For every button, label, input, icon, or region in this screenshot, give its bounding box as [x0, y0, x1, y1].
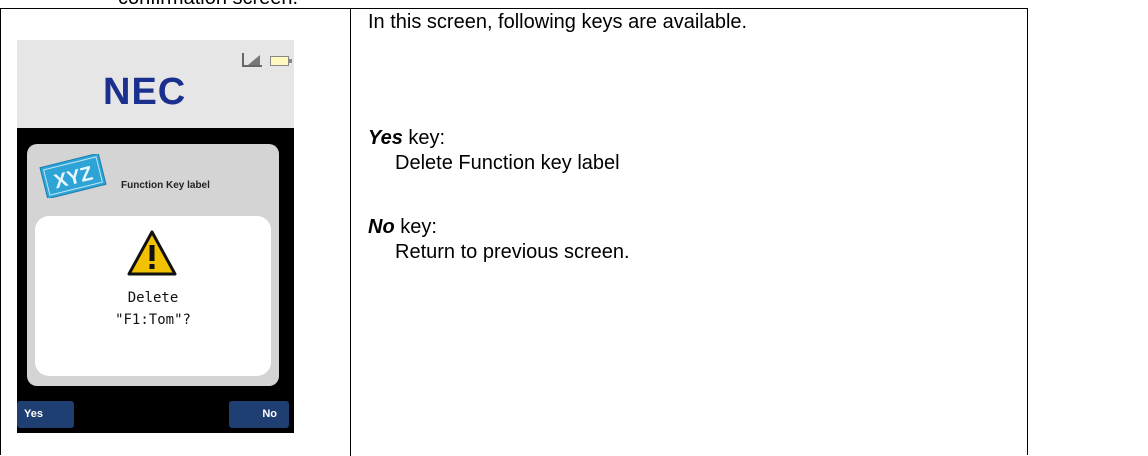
function-key-panel: XYZ Function Key label Delete "F1:Tom"?: [27, 144, 279, 386]
intro-text: In this screen, following keys are avail…: [368, 11, 748, 33]
dialog-text-line2: "F1:Tom"?: [115, 312, 191, 328]
yes-key-description: Yes key: Delete Function key label: [368, 126, 620, 175]
key-suffix-no: key:: [394, 216, 437, 238]
dialog-text-line1: Delete: [127, 290, 179, 306]
confirm-dialog: Delete "F1:Tom"?: [35, 216, 271, 376]
no-key-description: No key: Return to previous screen.: [368, 215, 630, 264]
warning-triangle-icon: [127, 230, 177, 276]
signal-strength-icon: [242, 53, 262, 67]
battery-icon: [270, 56, 292, 66]
key-desc-no: Return to previous screen.: [395, 241, 630, 263]
yes-softkey[interactable]: Yes: [17, 401, 74, 428]
panel-title: Function Key label: [121, 180, 210, 191]
no-softkey[interactable]: No: [229, 401, 289, 428]
phone-header: NEC: [17, 40, 294, 128]
key-desc-yes: Delete Function key label: [395, 152, 620, 174]
xyz-card-icon: XYZ: [39, 154, 107, 198]
column-divider: [350, 9, 351, 456]
phone-screen: NEC XYZ Function Key label Delete "F1:To…: [17, 40, 294, 433]
key-suffix-yes: key:: [402, 127, 446, 149]
key-name-no: No: [368, 216, 395, 238]
key-name-yes: Yes: [368, 127, 403, 149]
brand-logo: NEC: [103, 71, 187, 113]
